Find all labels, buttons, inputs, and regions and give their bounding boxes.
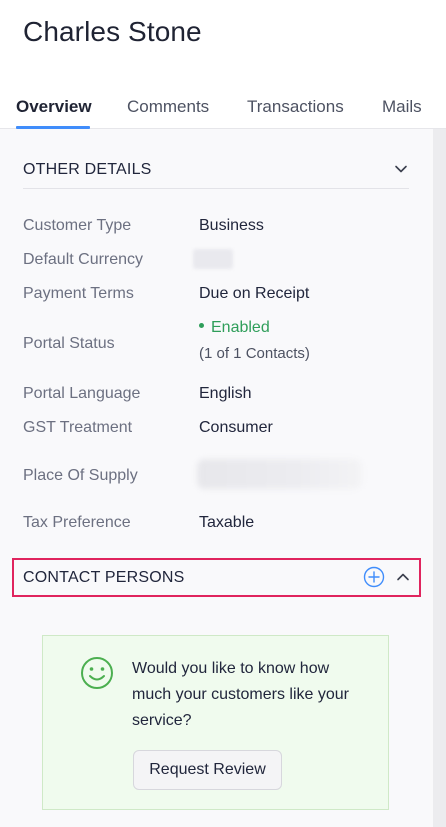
status-text: Enabled — [211, 319, 270, 336]
page-header: Charles Stone Overview Comments Transact… — [0, 0, 446, 129]
detail-value: Taxable — [199, 514, 255, 531]
detail-value: Due on Receipt — [199, 285, 310, 302]
tab-mails[interactable]: Mails — [382, 97, 422, 117]
redacted-value — [193, 249, 233, 269]
detail-label: Portal Status — [23, 335, 115, 352]
redacted-value — [197, 459, 362, 489]
detail-label: Tax Preference — [23, 514, 131, 531]
detail-value: English — [199, 385, 252, 402]
chevron-down-icon[interactable] — [393, 161, 409, 177]
tab-bar: Overview Comments Transactions Mails — [0, 90, 446, 129]
other-details-header[interactable]: OTHER DETAILS — [23, 159, 409, 189]
portal-contacts-count: (1 of 1 Contacts) — [199, 345, 310, 362]
scrollbar[interactable] — [433, 129, 446, 827]
chevron-up-icon[interactable] — [395, 569, 411, 585]
request-review-button[interactable]: Request Review — [133, 750, 282, 790]
contact-persons-header[interactable]: CONTACT PERSONS — [12, 558, 421, 597]
review-prompt-text: Would you like to know how much your cus… — [132, 660, 349, 729]
detail-label: Customer Type — [23, 217, 132, 234]
detail-label: Default Currency — [23, 251, 144, 268]
page-title: Charles Stone — [23, 16, 202, 47]
tab-overview[interactable]: Overview — [16, 97, 92, 117]
contact-persons-title: CONTACT PERSONS — [23, 569, 185, 586]
detail-label: GST Treatment — [23, 419, 133, 436]
detail-value: Consumer — [199, 419, 273, 436]
detail-label: Portal Language — [23, 385, 141, 402]
tab-comments[interactable]: Comments — [127, 97, 209, 117]
smiley-icon — [81, 657, 113, 689]
detail-value: Business — [199, 217, 264, 234]
detail-label: Place Of Supply — [23, 467, 138, 484]
other-details-title: OTHER DETAILS — [23, 161, 152, 178]
add-contact-person-icon[interactable] — [363, 566, 385, 588]
detail-label: Payment Terms — [23, 285, 134, 302]
portal-status-value: Enabled — [199, 319, 270, 337]
details-panel: OTHER DETAILS Customer Type Business Def… — [0, 129, 433, 827]
tab-transactions[interactable]: Transactions — [247, 97, 344, 117]
review-request-card: Would you like to know how much your cus… — [42, 635, 389, 810]
status-dot-icon — [199, 323, 204, 329]
detail-row-portal-status: Portal Status Enabled (1 of 1 Contacts) — [23, 319, 413, 367]
